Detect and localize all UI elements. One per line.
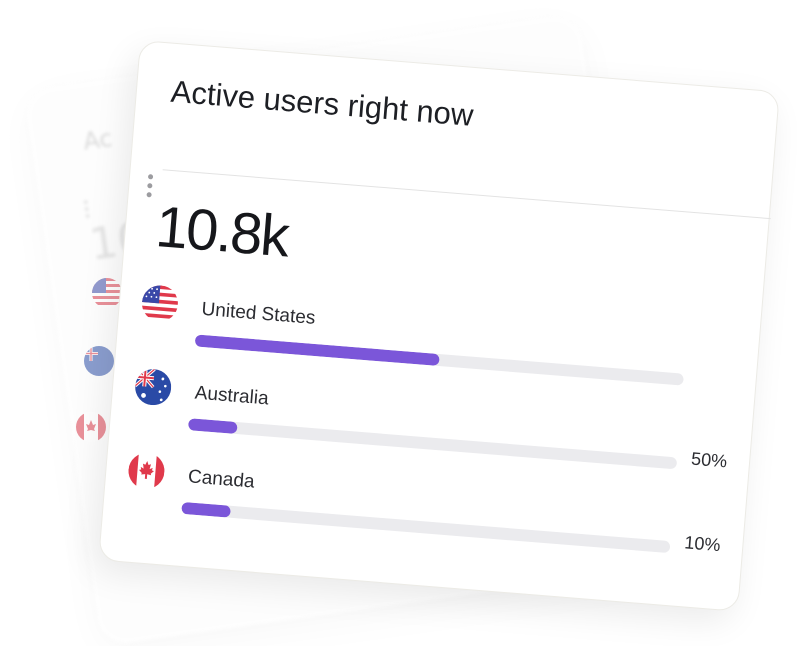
australia-flag-icon: [133, 367, 173, 407]
active-users-count: 10.8k: [153, 193, 291, 270]
background-drag-handle-icon: [83, 199, 91, 221]
country-name: Australia: [194, 382, 270, 410]
us-flag-icon: [140, 284, 180, 323]
country-percent: 50%: [690, 448, 728, 472]
drag-handle-icon[interactable]: [146, 174, 154, 201]
card-title: Active users right now: [169, 73, 475, 133]
country-name: United States: [200, 298, 317, 329]
background-canada-flag-icon: [76, 412, 106, 442]
country-percent: 10%: [683, 532, 722, 556]
progress-track: [181, 501, 671, 554]
background-australia-flag-icon: [84, 346, 114, 376]
canada-flag-icon: [127, 451, 166, 491]
progress-fill: [194, 334, 440, 367]
background-us-flag-icon: [92, 278, 122, 308]
active-users-card: Active users right now 10.8k United Stat…: [98, 40, 780, 612]
background-card-title: Ac: [81, 123, 115, 156]
progress-fill: [187, 418, 238, 435]
country-name: Canada: [187, 466, 256, 493]
progress-fill: [181, 501, 231, 518]
